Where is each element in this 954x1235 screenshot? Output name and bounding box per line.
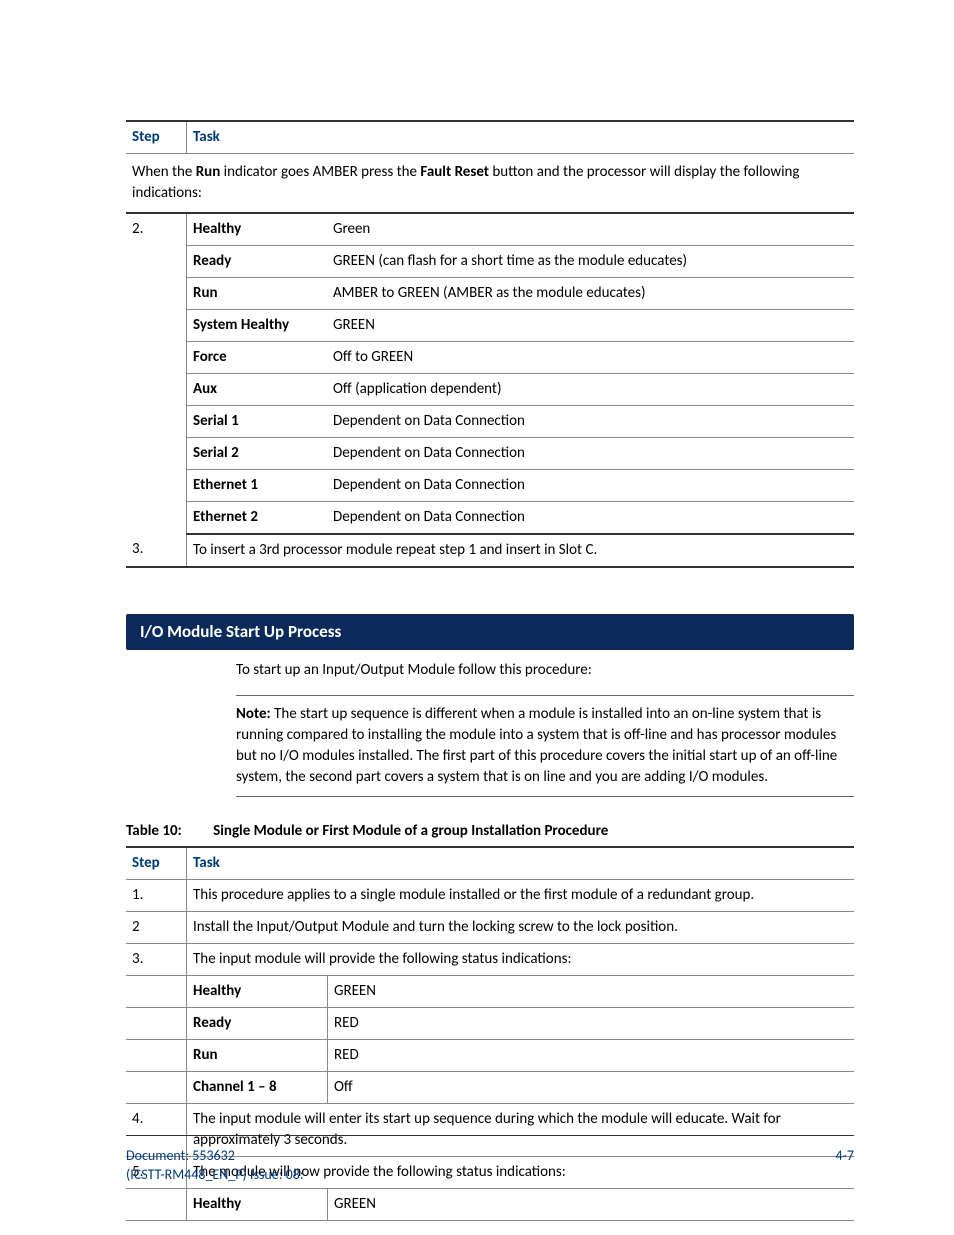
intro-pre: When the [132, 163, 196, 181]
empty-cell [126, 1039, 187, 1071]
footer-page-number: 4-7 [836, 1146, 854, 1185]
indicator-row: Ethernet 2 Dependent on Data Connection [126, 502, 854, 535]
indicator-value: Dependent on Data Connection [327, 470, 854, 502]
section-heading: I/O Module Start Up Process [126, 614, 854, 650]
indicator-row: Run RED [126, 1039, 854, 1071]
note-label: Note: [236, 705, 271, 723]
indicator-label: Channel 1 – 8 [187, 1071, 328, 1103]
empty-cell [126, 975, 187, 1007]
indicator-label: Serial 1 [187, 406, 328, 438]
indicator-value: Off (application dependent) [327, 374, 854, 406]
step-num: 3. [126, 943, 187, 975]
indicator-row: Ready GREEN (can flash for a short time … [126, 246, 854, 278]
indicator-row: Ready RED [126, 1007, 854, 1039]
indicator-value: RED [328, 1007, 855, 1039]
step-num: 1. [126, 879, 187, 911]
indicator-value: GREEN [328, 1188, 855, 1220]
table-caption: Table 10: Single Module or First Module … [126, 821, 854, 842]
indicator-value: AMBER to GREEN (AMBER as the module educ… [327, 278, 854, 310]
table-row: 1. This procedure applies to a single mo… [126, 879, 854, 911]
section-intro: To start up an Input/Output Module follo… [236, 660, 854, 681]
table-row: 3. To insert a 3rd processor module repe… [126, 534, 854, 567]
table-header-row: Step Task [126, 121, 854, 154]
col-step: Step [126, 847, 187, 880]
caption-text: Single Module or First Module of a group… [213, 822, 608, 840]
indicator-label: Serial 2 [187, 438, 328, 470]
footer-doc-line1: Document: 553632 [126, 1146, 304, 1166]
note-body: The start up sequence is different when … [236, 705, 837, 786]
indicator-row: Force Off to GREEN [126, 342, 854, 374]
indicator-value: Dependent on Data Connection [327, 406, 854, 438]
indicator-label: Healthy [187, 1188, 328, 1220]
empty-cell [126, 1007, 187, 1039]
footer-doc: Document: 553632 (ICSTT-RM448_EN_P) Issu… [126, 1146, 304, 1185]
step-num: 3. [126, 534, 187, 567]
indicator-row: Channel 1 – 8 Off [126, 1071, 854, 1103]
table-row: 3. The input module will provide the fol… [126, 943, 854, 975]
indicator-row: Ethernet 1 Dependent on Data Connection [126, 470, 854, 502]
indicator-row: 2. Healthy Green [126, 213, 854, 246]
processor-indications-table: Step Task When the Run indicator goes AM… [126, 120, 854, 568]
indicator-value: Dependent on Data Connection [327, 502, 854, 535]
table-header-row: Step Task [126, 847, 854, 880]
step-num: 2 [126, 911, 187, 943]
indicator-label: Healthy [187, 213, 328, 246]
empty-cell [126, 1071, 187, 1103]
indicator-label: Run [187, 1039, 328, 1071]
indicator-value: Off to GREEN [327, 342, 854, 374]
note-block: Note: The start up sequence is different… [236, 695, 854, 797]
section-body: To start up an Input/Output Module follo… [236, 660, 854, 797]
indicator-label: Ready [187, 246, 328, 278]
intro-text: When the Run indicator goes AMBER press … [126, 154, 854, 214]
indicator-label: Ethernet 2 [187, 502, 328, 535]
indicator-value: Dependent on Data Connection [327, 438, 854, 470]
indicator-value: Off [328, 1071, 855, 1103]
indicator-value: GREEN [327, 310, 854, 342]
caption-number: Table 10: [126, 822, 182, 840]
indicator-label: Force [187, 342, 328, 374]
step-text: The input module will provide the follow… [187, 943, 855, 975]
indicator-value: GREEN [328, 975, 855, 1007]
step-text: To insert a 3rd processor module repeat … [187, 534, 855, 567]
step-text: Install the Input/Output Module and turn… [187, 911, 855, 943]
indicator-label: Aux [187, 374, 328, 406]
indicator-row: Aux Off (application dependent) [126, 374, 854, 406]
indicator-row: Run AMBER to GREEN (AMBER as the module … [126, 278, 854, 310]
indicator-label: Ethernet 1 [187, 470, 328, 502]
intro-mid1: indicator goes AMBER press the [220, 163, 420, 181]
indicator-row: Healthy GREEN [126, 975, 854, 1007]
indicator-row: Healthy GREEN [126, 1188, 854, 1220]
col-step: Step [126, 121, 187, 154]
indicator-value: RED [328, 1039, 855, 1071]
intro-b2: Fault Reset [420, 163, 489, 181]
indicator-row: Serial 1 Dependent on Data Connection [126, 406, 854, 438]
indicator-label: Run [187, 278, 328, 310]
col-task: Task [187, 121, 855, 154]
indicator-label: Ready [187, 1007, 328, 1039]
indicator-value: Green [327, 213, 854, 246]
step-text: This procedure applies to a single modul… [187, 879, 855, 911]
empty-cell [126, 1188, 187, 1220]
intro-row: When the Run indicator goes AMBER press … [126, 154, 854, 214]
intro-b1: Run [196, 163, 221, 181]
indicator-row: Serial 2 Dependent on Data Connection [126, 438, 854, 470]
table-row: 2 Install the Input/Output Module and tu… [126, 911, 854, 943]
col-task: Task [187, 847, 855, 880]
page: Step Task When the Run indicator goes AM… [0, 0, 954, 1235]
step-num: 2. [126, 213, 187, 534]
indicator-row: System Healthy GREEN [126, 310, 854, 342]
indicator-label: Healthy [187, 975, 328, 1007]
page-footer: Document: 553632 (ICSTT-RM448_EN_P) Issu… [126, 1135, 854, 1185]
footer-doc-line2: (ICSTT-RM448_EN_P) Issue: 08: [126, 1165, 304, 1185]
indicator-label: System Healthy [187, 310, 328, 342]
indicator-value: GREEN (can flash for a short time as the… [327, 246, 854, 278]
